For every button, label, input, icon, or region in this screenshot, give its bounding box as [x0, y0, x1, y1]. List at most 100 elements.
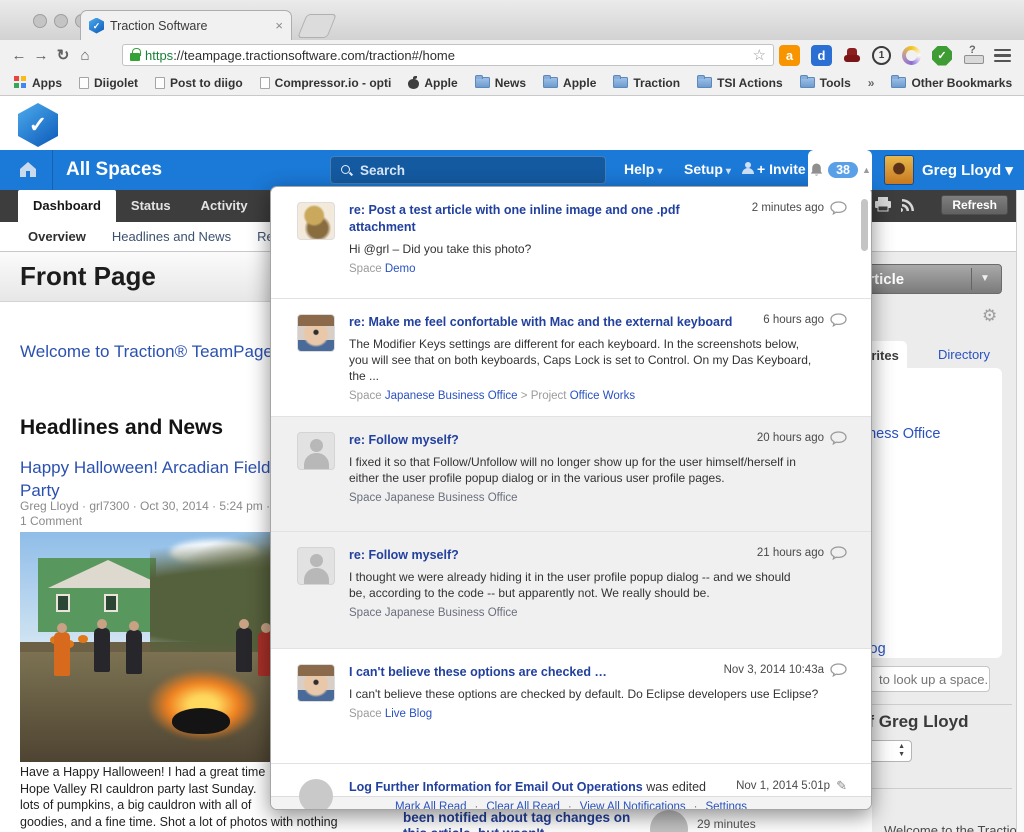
invite-button[interactable]: + Invite: [742, 161, 806, 177]
rss-icon[interactable]: [901, 197, 916, 212]
page-icon: [155, 77, 165, 89]
welcome-link[interactable]: Welcome to Traction® TeamPage™: [20, 342, 290, 362]
background-question-link[interactable]: been notified about tag changes on this …: [403, 810, 630, 832]
bookmark-apps[interactable]: Apps: [14, 76, 62, 90]
avatar-placeholder[interactable]: [297, 432, 335, 470]
green-octagon-extension-icon[interactable]: ✓: [932, 46, 952, 66]
screen: ✓ Traction Software × ← → ↻ ⌂ https://te…: [0, 0, 1024, 832]
tab-activity[interactable]: Activity: [186, 190, 263, 222]
notification-time: 20 hours ago: [757, 431, 847, 445]
help-menu[interactable]: Help▾: [624, 161, 662, 177]
section-heading: Headlines and News: [20, 416, 223, 440]
other-bookmarks[interactable]: Other Bookmarks: [891, 76, 1012, 90]
space-link[interactable]: Demo: [385, 263, 416, 275]
armchair-extension-icon[interactable]: [843, 48, 861, 64]
settings-link[interactable]: Settings: [705, 801, 747, 811]
bookmark-folder-news[interactable]: News: [475, 76, 526, 90]
window-close-button[interactable]: [33, 14, 47, 28]
avatar-placeholder[interactable]: [299, 779, 333, 810]
user-menu[interactable]: Greg Lloyd ▾: [922, 161, 1013, 179]
chrome-menu-icon[interactable]: [994, 49, 1011, 63]
notification-item[interactable]: re: Follow myself? 20 hours ago I fixed …: [271, 417, 871, 532]
bookmark-star-icon[interactable]: ☆: [753, 46, 766, 64]
panel-scrollbar-thumb[interactable]: [861, 199, 868, 251]
bookmark-apple[interactable]: Apple: [408, 76, 457, 90]
notification-title[interactable]: re: Make me feel confortable with Mac an…: [349, 314, 809, 331]
bookmarks-overflow-chevron[interactable]: »: [868, 76, 875, 90]
avatar[interactable]: [297, 664, 335, 702]
forward-icon[interactable]: →: [30, 47, 52, 64]
teampage-logo-icon[interactable]: ✓: [18, 103, 58, 147]
avatar[interactable]: [297, 202, 335, 240]
refresh-button[interactable]: Refresh: [941, 195, 1008, 215]
notification-count-badge: 38: [828, 162, 858, 178]
folder-icon: [543, 77, 558, 88]
print-icon[interactable]: [874, 196, 892, 212]
window-minimize-button[interactable]: [54, 14, 68, 28]
notification-item[interactable]: re: Follow myself? 21 hours ago I though…: [271, 532, 871, 649]
article-title-link[interactable]: Happy Halloween! Arcadian Fields F Party: [20, 456, 294, 502]
bookmark-post-to-diigo[interactable]: Post to diigo: [155, 76, 243, 90]
subnav-headlines[interactable]: Headlines and News: [112, 229, 231, 244]
search-input[interactable]: Search: [330, 156, 606, 184]
comment-bubble-icon: [830, 313, 847, 327]
chevron-down-icon: ▼: [980, 273, 990, 284]
subnav-overview[interactable]: Overview: [28, 229, 86, 244]
notifications-toggle[interactable]: 38 ▲: [808, 150, 872, 190]
address-bar[interactable]: https://teampage.tractionsoftware.com/tr…: [122, 44, 774, 66]
back-icon[interactable]: ←: [8, 47, 30, 64]
space-link[interactable]: Japanese Business Office: [385, 390, 518, 402]
article-comment-count[interactable]: 1 Comment: [20, 514, 82, 528]
pencil-icon: ✎: [836, 778, 847, 794]
avatar-placeholder[interactable]: [297, 547, 335, 585]
space-link[interactable]: Live Blog: [385, 708, 432, 720]
notification-item[interactable]: I can't believe these options are checke…: [271, 649, 871, 764]
project-link[interactable]: Office Works: [570, 390, 635, 402]
tab-close-icon[interactable]: ×: [275, 18, 283, 33]
shortcut-help-extension-icon[interactable]: [963, 47, 983, 65]
clear-all-read-link[interactable]: Clear All Read: [486, 801, 560, 811]
avatar[interactable]: [297, 314, 335, 352]
circle-1-extension-icon[interactable]: 1: [872, 46, 891, 65]
tab-dashboard[interactable]: Dashboard: [18, 190, 116, 222]
url-text: https://teampage.tractionsoftware.com/tr…: [145, 48, 748, 63]
bookmark-folder-tsi-actions[interactable]: TSI Actions: [697, 76, 783, 90]
notification-time: 6 hours ago: [763, 313, 847, 327]
chevron-up-icon: ▲: [862, 165, 871, 175]
view-all-notifications-link[interactable]: View All Notifications: [580, 801, 686, 811]
edit-suffix: was edited: [643, 780, 706, 794]
notification-time: Nov 1, 2014 5:01p✎: [736, 778, 847, 794]
notification-title[interactable]: re: Follow myself?: [349, 432, 809, 449]
sidebar-divider: [872, 788, 1012, 789]
nav-divider: [52, 150, 53, 190]
bookmark-folder-apple[interactable]: Apple: [543, 76, 596, 90]
amazon-extension-icon[interactable]: a: [779, 45, 800, 66]
bell-icon: [809, 162, 824, 178]
notification-item[interactable]: re: Make me feel confortable with Mac an…: [271, 299, 871, 417]
setup-menu[interactable]: Setup▾: [684, 161, 731, 177]
notification-title[interactable]: re: Post a test article with one inline …: [349, 202, 809, 236]
browser-tab[interactable]: ✓ Traction Software ×: [80, 10, 292, 40]
home-icon[interactable]: ⌂: [74, 47, 96, 64]
all-spaces-label[interactable]: All Spaces: [66, 159, 162, 181]
diigo-extension-icon[interactable]: d: [811, 45, 832, 66]
url-scheme: https: [145, 48, 173, 63]
notification-title[interactable]: re: Follow myself?: [349, 547, 809, 564]
bookmark-folder-traction[interactable]: Traction: [613, 76, 680, 90]
user-avatar[interactable]: [884, 155, 914, 185]
reload-icon[interactable]: ↻: [52, 46, 74, 64]
new-tab-button[interactable]: [297, 14, 337, 38]
gear-icon[interactable]: ⚙: [982, 306, 997, 326]
mark-all-read-link[interactable]: Mark All Read: [395, 801, 467, 811]
bookmark-diigolet[interactable]: Diigolet: [79, 76, 138, 90]
tab-directory[interactable]: Directory: [938, 347, 990, 362]
notification-item[interactable]: re: Post a test article with one inline …: [271, 187, 871, 299]
ring-extension-icon[interactable]: [902, 46, 921, 65]
tab-status[interactable]: Status: [116, 190, 186, 222]
home-nav-icon[interactable]: [18, 160, 38, 178]
bookmark-folder-tools[interactable]: Tools: [800, 76, 851, 90]
notification-item[interactable]: Log Further Information for Email Out Op…: [271, 764, 871, 796]
search-placeholder: Search: [360, 163, 405, 178]
bookmark-compressor[interactable]: Compressor.io - opti: [260, 76, 392, 90]
page-scrollbar-track[interactable]: [1016, 190, 1024, 832]
